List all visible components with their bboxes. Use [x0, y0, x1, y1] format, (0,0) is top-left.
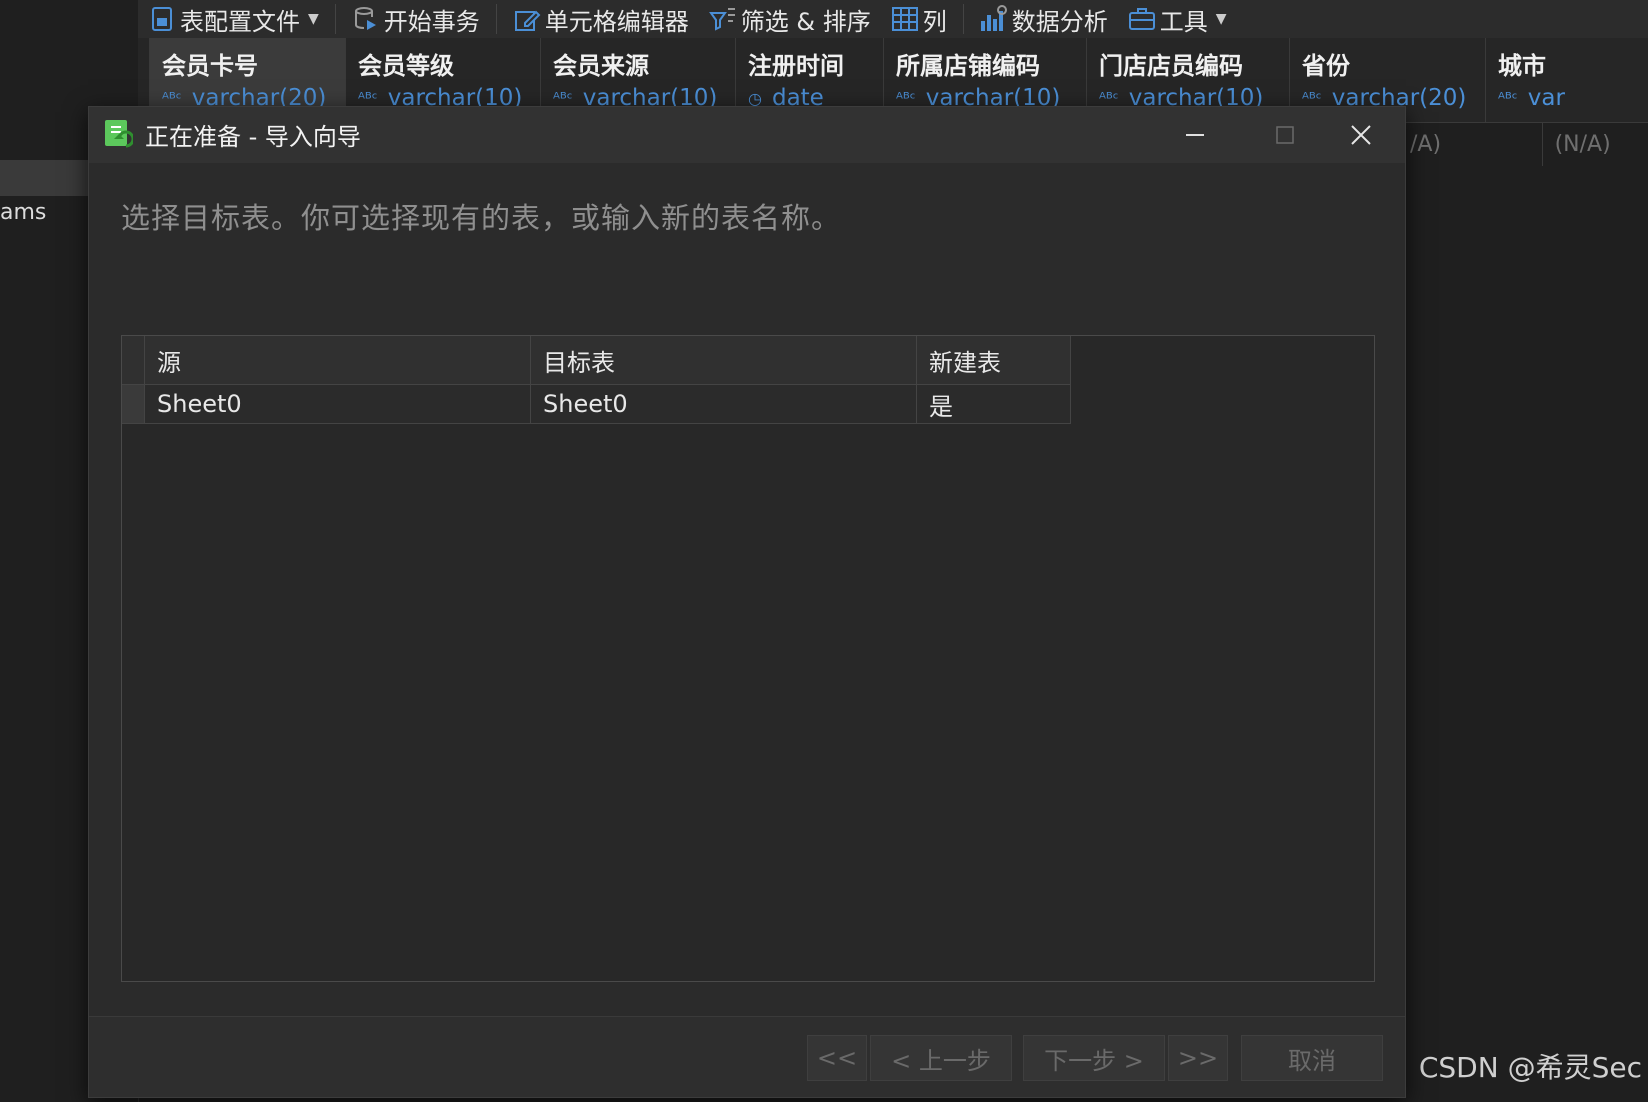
column-name: 会员卡号: [162, 52, 258, 80]
column-type: var: [1527, 85, 1565, 111]
column-name: 门店店员编码: [1099, 52, 1243, 80]
toolbar-label: 数据分析: [1011, 7, 1108, 36]
previous-step-button[interactable]: < 上一步: [870, 1035, 1012, 1081]
text-type-icon: ᴬᴮᶜ: [162, 88, 182, 108]
maximize-icon: [1276, 126, 1294, 144]
table-row[interactable]: Sheet0 Sheet0 是: [122, 385, 1071, 424]
table-header-row: 源 目标表 新建表: [122, 336, 1071, 385]
first-step-button[interactable]: <<: [807, 1035, 867, 1081]
dialog-footer: << < 上一步 下一步 > >> 取消: [89, 1016, 1405, 1097]
column-header-source[interactable]: 源: [145, 336, 531, 384]
cell-editor-button[interactable]: 单元格编辑器: [503, 0, 699, 38]
cancel-button[interactable]: 取消: [1241, 1035, 1383, 1081]
table-profile-icon: [152, 7, 172, 31]
import-wizard-dialog: 正在准备 - 导入向导 选择目标表。你可选择现有的表，或输入新的表名称。 源 目…: [88, 106, 1406, 1098]
import-wizard-icon: [105, 120, 133, 148]
filter-sort-button[interactable]: 筛选 & 排序: [699, 0, 881, 38]
column-header-target[interactable]: 目标表: [531, 336, 917, 384]
chevron-down-icon: ▼: [308, 11, 319, 27]
row-selector[interactable]: [122, 385, 145, 423]
target-table-cell[interactable]: Sheet0: [531, 385, 917, 423]
text-type-icon: ᴬᴮᶜ: [1302, 88, 1322, 108]
last-step-button[interactable]: >>: [1168, 1035, 1228, 1081]
data-analysis-button[interactable]: 数据分析: [970, 0, 1118, 38]
begin-transaction-icon: [354, 7, 376, 30]
columns-icon: [891, 7, 918, 31]
column-name: 注册时间: [748, 52, 844, 80]
filter-sort-icon: [708, 8, 735, 31]
next-step-button[interactable]: 下一步 >: [1023, 1035, 1165, 1081]
close-icon: [1351, 125, 1371, 145]
toolbar-label: 列: [922, 7, 947, 36]
text-type-icon: ᴬᴮᶜ: [1099, 88, 1119, 108]
columns-button[interactable]: 列: [881, 0, 957, 38]
column-name: 会员等级: [358, 52, 454, 80]
tools-icon: [1128, 8, 1155, 30]
text-type-icon: ᴬᴮᶜ: [1498, 88, 1518, 108]
column-name: 所属店铺编码: [896, 52, 1040, 80]
clock-icon: ◷: [748, 88, 762, 108]
minimize-icon: [1186, 134, 1204, 136]
grid-cell[interactable]: (N/A): [1543, 122, 1648, 166]
toolbar-label: 开始事务: [383, 7, 480, 36]
new-table-cell[interactable]: 是: [917, 385, 1071, 423]
grid-cell[interactable]: /A): [1398, 122, 1543, 166]
toolbar-divider: [334, 4, 336, 34]
column-header[interactable]: 城市 ᴬᴮᶜ var: [1486, 38, 1646, 122]
wizard-instruction: 选择目标表。你可选择现有的表，或输入新的表名称。: [121, 201, 842, 235]
table-profile-button[interactable]: 表配置文件 ▼: [138, 0, 329, 38]
column-header-new-table[interactable]: 新建表: [917, 336, 1071, 384]
navigator-item-label[interactable]: ams: [0, 200, 46, 225]
cell-editor-icon: [514, 10, 541, 31]
data-analysis-icon: [980, 5, 1007, 31]
toolbar-divider: [962, 4, 964, 34]
dialog-title: 正在准备 - 导入向导: [145, 123, 361, 151]
close-button[interactable]: [1331, 107, 1391, 163]
dialog-titlebar[interactable]: 正在准备 - 导入向导: [89, 107, 1405, 163]
minimize-button[interactable]: [1165, 107, 1225, 163]
table-mapping-grid: 源 目标表 新建表 Sheet0 Sheet0 是: [121, 335, 1375, 982]
text-type-icon: ᴬᴮᶜ: [896, 88, 916, 108]
watermark: CSDN @希灵Sec: [1418, 1051, 1642, 1084]
column-name: 会员来源: [553, 52, 649, 80]
source-cell[interactable]: Sheet0: [145, 385, 531, 423]
toolbar-label: 工具: [1159, 7, 1208, 36]
maximize-button[interactable]: [1255, 107, 1315, 163]
toolbar-label: 单元格编辑器: [544, 7, 689, 36]
grid-row: /A) (N/A): [1398, 122, 1648, 166]
toolbar-label: 筛选 & 排序: [740, 7, 871, 36]
main-toolbar: 表配置文件 ▼ 开始事务 单元格编辑器 筛选 & 排序 列 数据分析 工具 ▼: [138, 0, 1648, 38]
begin-transaction-button[interactable]: 开始事务: [342, 0, 490, 38]
chevron-down-icon: ▼: [1215, 11, 1227, 27]
toolbar-label: 表配置文件: [180, 7, 300, 36]
tools-button[interactable]: 工具 ▼: [1118, 0, 1237, 38]
toolbar-divider: [495, 4, 497, 34]
text-type-icon: ᴬᴮᶜ: [358, 88, 378, 108]
row-header-corner: [122, 336, 145, 384]
column-name: 省份: [1302, 52, 1350, 80]
column-name: 城市: [1498, 52, 1546, 80]
text-type-icon: ᴬᴮᶜ: [553, 88, 573, 108]
